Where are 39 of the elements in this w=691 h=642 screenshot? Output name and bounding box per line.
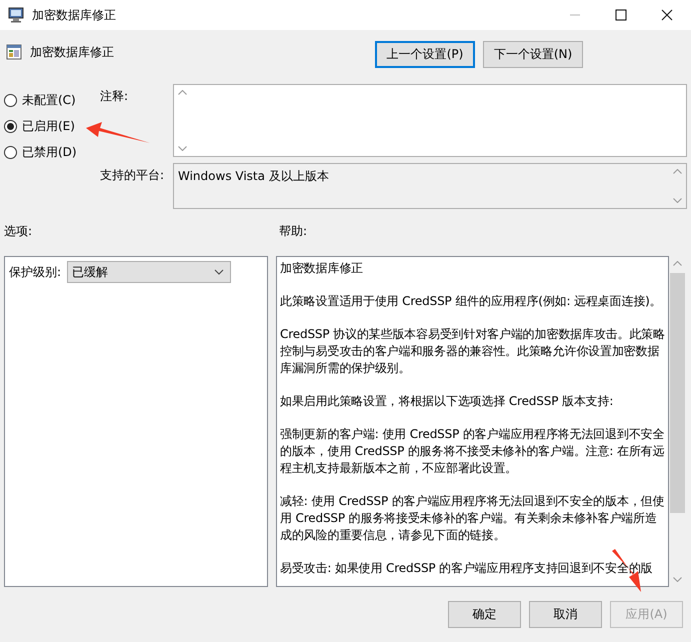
options-heading: 选项: [4,223,34,240]
policy-icon [8,7,26,23]
help-paragraph: 减轻: 使用 CredSSP 的客户端应用程序将无法回退到不安全的版本，但使用 CredSSP 的服务将接受未修补的客户端。有关剩余未修补客户端所造成的风险的重要信息，请参见下面的链接。 [280,493,666,544]
scroll-up-icon[interactable] [178,90,187,95]
scroll-up-icon[interactable] [673,169,682,174]
scroll-down-icon[interactable] [178,146,187,151]
help-paragraph: 此策略设置适用于使用 CredSSP 组件的应用程序(例如: 远程桌面连接)。 [280,293,663,310]
help-paragraph: 易受攻击: 如果使用 CredSSP 的客户端应用程序支持回退到不安全的版 [280,560,654,577]
dialog-button[interactable]: 取消 [529,601,602,628]
radio-button[interactable] [4,120,17,133]
platform-label: 支持的平台: [100,168,164,182]
close-icon[interactable] [661,9,673,21]
scroll-down-icon[interactable] [673,198,682,203]
radio-button[interactable] [4,94,17,107]
radio-option[interactable]: 已启用(E) [4,118,100,135]
scroll-up-icon[interactable] [673,261,682,266]
radio-button[interactable] [4,146,17,159]
annotation-arrow [86,122,150,143]
chevron-down-icon [214,269,224,275]
policy-setting-icon [6,44,22,60]
dialog-button[interactable]: 确定 [448,601,521,628]
comment-field[interactable] [173,84,687,157]
help-paragraph: 强制更新的客户端: 使用 CredSSP 的客户端应用程序将无法回退到不安全的版本，使用 CredSSP 的服务将不接受未修补的客户端。注意: 在所有远程主机支持最新版本之前，不应部署此设置。 [280,426,666,477]
help-paragraph: 如果启用此策略设置，将根据以下选项选择 CredSSP 版本支持: [280,393,614,410]
comment-label: 注释: [100,89,128,103]
help-heading: 帮助: [279,223,308,240]
help-paragraph: CredSSP 协议的某些版本容易受到针对客户端的加密数据库攻击。此策略控制与易受攻击的客户端和服务器的兼容性。此策略允许你设置加密数据库漏洞所需的保护级别。 [280,326,666,377]
window-title: 加密数据库修正 [32,6,116,24]
nav-button[interactable]: 上一个设置(P) [375,41,475,68]
maximize-icon[interactable] [615,9,627,21]
policy-title: 加密数据库修正 [30,44,114,60]
scroll-down-icon[interactable] [673,577,682,582]
field-label: 保护级别: [9,264,62,280]
radio-option[interactable]: 已禁用(D) [4,144,100,161]
nav-button[interactable]: 下一个设置(N) [483,41,583,68]
dropdown[interactable]: 已缓解 [67,261,232,283]
help-paragraph: 加密数据库修正 [280,260,364,277]
radio-option[interactable]: 未配置(C) [4,92,100,109]
platform-field: Windows Vista 及以上版本 [173,163,687,209]
